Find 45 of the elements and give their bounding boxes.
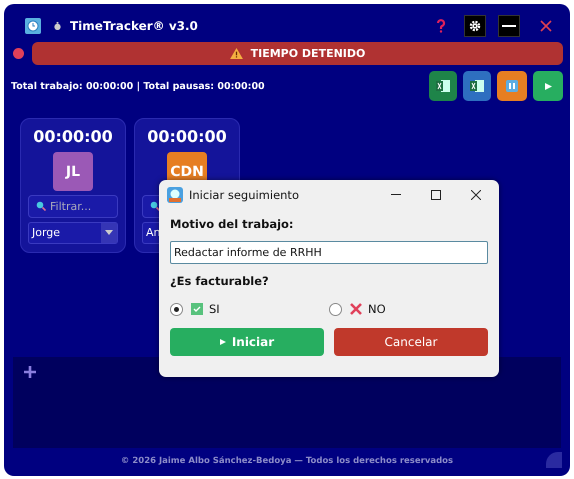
- help-icon[interactable]: [436, 19, 446, 33]
- minimize-icon: [502, 25, 516, 27]
- export-excel-button[interactable]: [463, 71, 491, 101]
- play-button[interactable]: [533, 71, 563, 101]
- app-icon: [167, 186, 183, 202]
- check-icon: [191, 303, 203, 315]
- start-button[interactable]: Iniciar: [170, 328, 324, 356]
- export-excel-button[interactable]: [429, 71, 457, 101]
- resize-grip[interactable]: [546, 452, 562, 468]
- timer-text: 00:00:00: [33, 127, 113, 146]
- spreadsheet-icon: [470, 80, 484, 92]
- totals-text: Total trabajo: 00:00:00 | Total pausas: 00:00:00: [11, 80, 265, 92]
- stopwatch-icon: [53, 21, 62, 31]
- clock-app-icon: [25, 18, 41, 34]
- gear-icon: [469, 20, 481, 32]
- user-dropdown[interactable]: Jorge: [28, 222, 118, 244]
- footer-text: © 2026 Jaime Albo Sánchez-Bedoya — Todos los derechos reservados: [120, 456, 454, 466]
- status-text: TIEMPO DETENIDO: [250, 47, 366, 60]
- filter-field[interactable]: Filtrar...: [28, 195, 118, 218]
- add-icon[interactable]: [24, 366, 36, 378]
- settings-button[interactable]: [464, 15, 486, 37]
- timer-text: 00:00:00: [147, 127, 227, 146]
- billable-label: ¿Es facturable?: [170, 274, 270, 288]
- cancel-button[interactable]: Cancelar: [334, 328, 488, 356]
- reason-label: Motivo del trabajo:: [170, 217, 295, 231]
- play-icon: [544, 82, 552, 90]
- pause-button[interactable]: [497, 71, 527, 101]
- spreadsheet-icon: [436, 80, 450, 92]
- play-icon: [220, 339, 226, 345]
- option-label: NO: [368, 302, 386, 316]
- minimize-button[interactable]: [498, 15, 520, 37]
- warning-icon: [230, 48, 243, 59]
- search-icon: [150, 201, 160, 212]
- close-icon[interactable]: [471, 190, 481, 200]
- reason-input-field[interactable]: Redactar informe de RRHH: [170, 241, 488, 264]
- search-icon: [36, 201, 46, 212]
- window-title: TimeTracker® v3.0: [70, 19, 198, 33]
- user-avatar: JL: [53, 152, 93, 192]
- cross-icon: [350, 303, 362, 315]
- radio-button[interactable]: [170, 302, 183, 316]
- pause-icon: [506, 80, 518, 92]
- radio-button[interactable]: [329, 302, 342, 316]
- maximize-icon[interactable]: [431, 190, 441, 200]
- caret-icon: [105, 230, 113, 236]
- option-label: SI: [209, 302, 220, 316]
